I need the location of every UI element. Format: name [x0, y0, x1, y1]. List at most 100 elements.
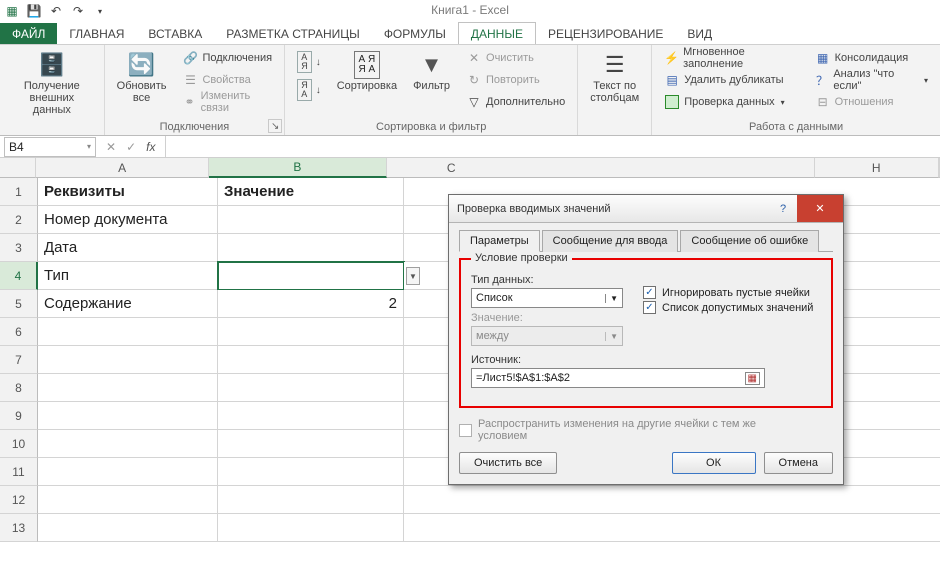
column-header-A[interactable]: A — [36, 158, 208, 178]
sort-asc-button[interactable]: АЯ↓ — [293, 48, 325, 76]
cell[interactable] — [38, 318, 218, 346]
advanced-filter-button[interactable]: ▽Дополнительно — [462, 92, 569, 112]
cell-B5[interactable]: 2 — [218, 290, 404, 318]
cell[interactable] — [218, 458, 404, 486]
cell-A2[interactable]: Номер документа — [38, 206, 218, 234]
data-validation-button[interactable]: Проверка данных▾ — [660, 92, 802, 112]
tab-view[interactable]: ВИД — [675, 23, 724, 44]
row-header[interactable]: 7 — [0, 346, 38, 374]
sort-button[interactable]: А ЯЯ А Сортировка — [333, 48, 401, 94]
cell[interactable] — [218, 486, 404, 514]
cell[interactable] — [218, 430, 404, 458]
cell[interactable] — [218, 374, 404, 402]
range-picker-icon[interactable]: ▦ — [745, 372, 760, 385]
cell[interactable] — [38, 374, 218, 402]
remove-duplicates-button[interactable]: ▤Удалить дубликаты — [660, 70, 802, 90]
confirm-formula-icon[interactable]: ✓ — [126, 140, 136, 154]
cell[interactable] — [38, 346, 218, 374]
row-header[interactable]: 5 — [0, 290, 38, 318]
connections-button[interactable]: 🔗Подключения — [178, 48, 276, 68]
tab-page-layout[interactable]: РАЗМЕТКА СТРАНИЦЫ — [214, 23, 372, 44]
cell[interactable] — [38, 402, 218, 430]
cell[interactable] — [404, 486, 940, 514]
type-combobox[interactable]: Список ▼ — [471, 288, 623, 308]
row-header[interactable]: 12 — [0, 486, 38, 514]
incell-dropdown-checkbox[interactable]: ✓ Список допустимых значений — [643, 301, 813, 314]
whatif-button[interactable]: ？Анализ "что если"▾ — [811, 70, 932, 90]
row-header[interactable]: 4 — [0, 262, 38, 290]
cell-B4[interactable] — [218, 262, 404, 290]
cell[interactable] — [38, 458, 218, 486]
filter-button[interactable]: ▼ Фильтр — [409, 48, 454, 94]
save-icon[interactable]: 💾 — [26, 3, 42, 19]
help-icon[interactable]: ? — [769, 195, 797, 222]
flash-fill-button[interactable]: ⚡Мгновенное заполнение — [660, 48, 802, 68]
column-header-C[interactable]: C — [387, 158, 815, 178]
cell[interactable] — [218, 514, 404, 542]
tab-input-message[interactable]: Сообщение для ввода — [542, 230, 679, 252]
column-header-B[interactable]: B — [209, 158, 387, 178]
name-box[interactable]: B4 ▾ — [4, 137, 96, 157]
dialog-titlebar[interactable]: Проверка вводимых значений ? ✕ — [449, 195, 843, 223]
select-all-corner[interactable] — [0, 158, 36, 178]
relationships-button[interactable]: ⊟Отношения — [811, 92, 932, 112]
cell-A4[interactable]: Тип — [38, 262, 218, 290]
clear-filter-button[interactable]: ✕Очистить — [462, 48, 569, 68]
cell-dropdown-handle[interactable]: ▼ — [406, 267, 420, 285]
tab-formulas[interactable]: ФОРМУЛЫ — [372, 23, 458, 44]
row-header[interactable]: 8 — [0, 374, 38, 402]
row-header[interactable]: 1 — [0, 178, 38, 206]
tab-data[interactable]: ДАННЫЕ — [458, 22, 536, 44]
properties-button[interactable]: ☰Свойства — [178, 70, 276, 90]
close-icon[interactable]: ✕ — [797, 195, 843, 222]
row-header[interactable]: 11 — [0, 458, 38, 486]
cell[interactable] — [404, 514, 940, 542]
edit-links-button[interactable]: ⚭Изменить связи — [178, 92, 276, 112]
row-header[interactable]: 9 — [0, 402, 38, 430]
row-header[interactable]: 3 — [0, 234, 38, 262]
cell[interactable] — [218, 318, 404, 346]
cancel-formula-icon[interactable]: ✕ — [106, 140, 116, 154]
row-header[interactable]: 10 — [0, 430, 38, 458]
formula-input[interactable] — [165, 136, 940, 157]
fx-icon[interactable]: fx — [146, 140, 155, 154]
sort-desc-button[interactable]: ЯА↓ — [293, 76, 325, 104]
cancel-button[interactable]: Отмена — [764, 452, 833, 474]
undo-icon[interactable]: ↶ — [48, 3, 64, 19]
consolidate-button[interactable]: ▦Консолидация — [811, 48, 932, 68]
source-input[interactable]: =Лист5!$A$1:$A$2 ▦ — [471, 368, 765, 388]
text-to-columns-button[interactable]: ☰ Текст по столбцам — [586, 48, 643, 106]
column-header-H[interactable]: H — [815, 158, 939, 178]
cell-A5[interactable]: Содержание — [38, 290, 218, 318]
ok-button[interactable]: ОК — [672, 452, 756, 474]
cell-A1[interactable]: Реквизиты — [38, 178, 218, 206]
row-header[interactable]: 13 — [0, 514, 38, 542]
ignore-blank-checkbox[interactable]: ✓ Игнорировать пустые ячейки — [643, 286, 813, 299]
cell[interactable] — [38, 430, 218, 458]
cell[interactable] — [38, 514, 218, 542]
get-external-data-button[interactable]: 🗄️ Получение внешних данных — [8, 48, 96, 118]
tab-review[interactable]: РЕЦЕНЗИРОВАНИЕ — [536, 23, 675, 44]
cell-B1[interactable]: Значение — [218, 178, 404, 206]
tab-file[interactable]: ФАЙЛ — [0, 23, 57, 44]
refresh-all-button[interactable]: 🔄 Обновить все — [113, 48, 171, 106]
tab-parameters[interactable]: Параметры — [459, 230, 540, 252]
cell-B3[interactable] — [218, 234, 404, 262]
cell-B2[interactable] — [218, 206, 404, 234]
cell-A3[interactable]: Дата — [38, 234, 218, 262]
tab-home[interactable]: ГЛАВНАЯ — [57, 23, 136, 44]
row-header[interactable]: 2 — [0, 206, 38, 234]
row-header[interactable]: 6 — [0, 318, 38, 346]
reapply-button[interactable]: ↻Повторить — [462, 70, 569, 90]
propagate-checkbox[interactable]: Распространить изменения на другие ячейк… — [459, 418, 833, 442]
cell[interactable] — [38, 486, 218, 514]
dialog-title: Проверка вводимых значений — [457, 203, 611, 215]
cell[interactable] — [218, 346, 404, 374]
tab-insert[interactable]: ВСТАВКА — [136, 23, 214, 44]
clear-all-button[interactable]: Очистить все — [459, 452, 557, 474]
redo-icon[interactable]: ↷ — [70, 3, 86, 19]
tab-error-message[interactable]: Сообщение об ошибке — [680, 230, 819, 252]
qat-dropdown-icon[interactable]: ▾ — [92, 3, 108, 19]
cell[interactable] — [218, 402, 404, 430]
dialog-launcher-icon[interactable]: ↘ — [268, 119, 282, 133]
